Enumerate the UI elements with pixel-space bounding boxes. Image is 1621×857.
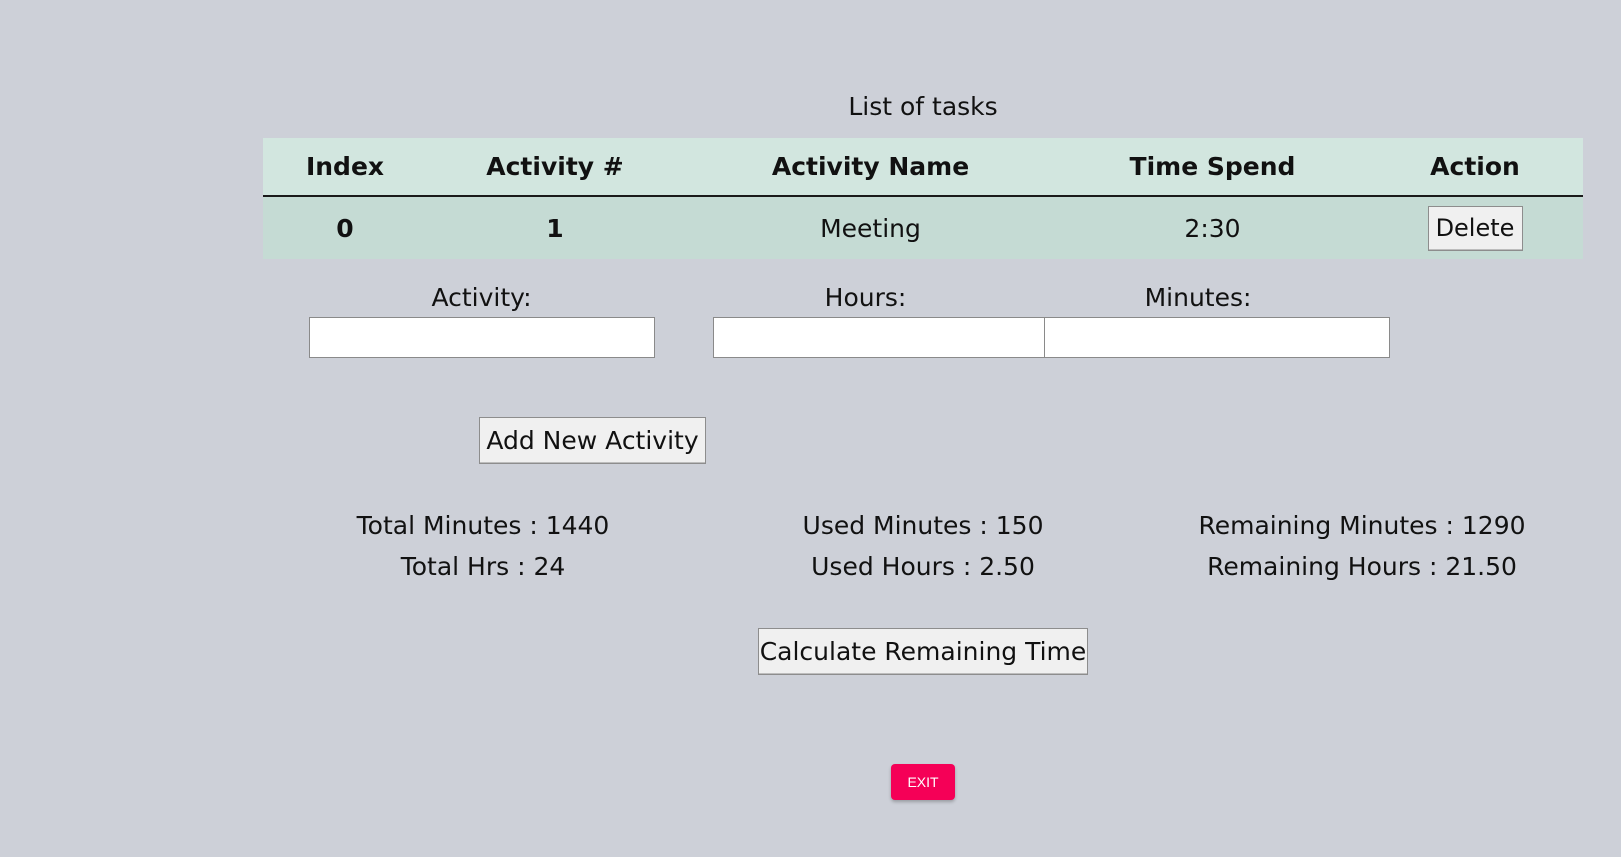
- remaining-minutes: Remaining Minutes : 1290: [1198, 511, 1526, 540]
- row-index: 0: [336, 213, 354, 243]
- tasks-table: Index Activity # Activity Name Time Spen…: [263, 138, 1583, 259]
- exit-button[interactable]: EXIT: [891, 764, 955, 800]
- add-activity-button[interactable]: Add New Activity: [479, 417, 706, 464]
- activity-label: Activity:: [431, 283, 532, 312]
- header-action: Action: [1430, 152, 1520, 181]
- minutes-input[interactable]: [1044, 317, 1390, 358]
- delete-button[interactable]: Delete: [1427, 205, 1523, 251]
- activity-input[interactable]: [309, 317, 655, 358]
- row-activity-name: Meeting: [820, 213, 921, 243]
- header-activity-name: Activity Name: [771, 152, 970, 181]
- header-time-spend: Time Spend: [1129, 152, 1296, 181]
- hours-input[interactable]: [713, 317, 1059, 358]
- row-action: Delete: [1367, 205, 1583, 251]
- header-activity-number: Activity #: [486, 152, 624, 181]
- hours-label: Hours:: [824, 283, 907, 312]
- table-row: 0 1 Meeting 2:30 Delete: [263, 197, 1583, 259]
- total-minutes: Total Minutes : 1440: [356, 511, 610, 540]
- total-hours: Total Hrs : 24: [400, 552, 566, 581]
- remaining-hours: Remaining Hours : 21.50: [1207, 552, 1517, 581]
- minutes-label: Minutes:: [1144, 283, 1252, 312]
- header-index: Index: [305, 152, 385, 181]
- calculate-remaining-button[interactable]: Calculate Remaining Time: [758, 628, 1088, 675]
- used-minutes: Used Minutes : 150: [802, 511, 1044, 540]
- row-activity-number: 1: [546, 213, 564, 243]
- row-time-spend: 2:30: [1184, 213, 1241, 243]
- table-header-row: Index Activity # Activity Name Time Spen…: [263, 138, 1583, 197]
- used-hours: Used Hours : 2.50: [811, 552, 1035, 581]
- table-caption: List of tasks: [848, 92, 998, 121]
